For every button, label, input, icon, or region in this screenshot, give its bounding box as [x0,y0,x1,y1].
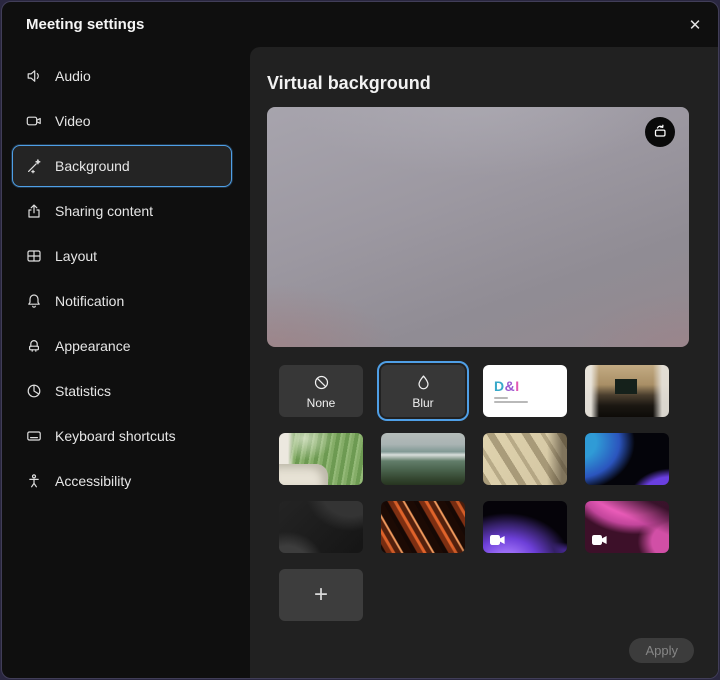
page-title: Virtual background [267,73,431,94]
sidebar-item-keyboard-shortcuts[interactable]: Keyboard shortcuts [12,415,232,457]
accessibility-icon [25,472,43,490]
sidebar-item-label: Appearance [55,338,131,354]
sidebar-item-accessibility[interactable]: Accessibility [12,460,232,502]
background-tile-lava-texture[interactable] [381,501,465,553]
sidebar-item-layout[interactable]: Layout [12,235,232,277]
plus-icon: + [314,583,328,607]
sidebar-item-appearance[interactable]: Appearance [12,325,232,367]
tile-label: None [307,396,336,410]
pie-chart-icon [25,382,43,400]
blur-droplet-icon [414,373,433,395]
background-tile-none[interactable]: None [279,365,363,417]
sidebar-item-label: Sharing content [55,203,153,219]
sidebar-item-label: Keyboard shortcuts [55,428,176,444]
sidebar-item-label: Audio [55,68,91,84]
background-tile-office-interior[interactable] [585,365,669,417]
background-tile-abstract-blue-purple[interactable] [585,433,669,485]
sidebar-item-label: Layout [55,248,97,264]
logo-tagline-line [494,401,528,403]
close-button[interactable]: ✕ [682,13,708,39]
bell-icon [25,292,43,310]
flip-camera-button[interactable] [645,117,675,147]
background-tile-window-light[interactable] [483,433,567,485]
layout-grid-icon [25,247,43,265]
sidebar-item-sharing-content[interactable]: Sharing content [12,190,232,232]
video-camera-icon [25,112,43,130]
sidebar-item-audio[interactable]: Audio [12,55,232,97]
background-tile-living-room[interactable] [279,433,363,485]
titlebar: Meeting settings ✕ [2,2,718,47]
speaker-icon [25,67,43,85]
sidebar-item-notification[interactable]: Notification [12,280,232,322]
background-thumbnail-grid: None Blur D&I [279,365,669,621]
flip-camera-icon [651,122,669,143]
paintbrush-icon [25,337,43,355]
background-tile-pink-waves-video[interactable] [585,501,669,553]
background-tile-purple-glow-video[interactable] [483,501,567,553]
apply-button[interactable]: Apply [629,638,694,663]
sidebar-item-label: Video [55,113,91,129]
sidebar-item-background[interactable]: Background [12,145,232,187]
d-and-i-logo: D&I [494,379,520,393]
keyboard-icon [25,427,43,445]
virtual-background-panel: Virtual background None Blur [250,47,718,678]
sidebar-item-label: Accessibility [55,473,131,489]
video-camera-badge-icon [490,535,505,545]
sidebar-item-label: Background [55,158,130,174]
camera-preview [267,107,689,347]
background-tile-d-and-i-logo[interactable]: D&I [483,365,567,417]
sidebar-item-video[interactable]: Video [12,100,232,142]
background-tile-dark-swirl[interactable] [279,501,363,553]
background-tile-blurred-mountains[interactable] [381,433,465,485]
settings-sidebar: Audio Video Background Sharing content L… [2,52,250,678]
sidebar-item-label: Notification [55,293,124,309]
meeting-settings-dialog: Meeting settings ✕ Audio Video Backgroun… [1,1,719,679]
logo-tagline-line [494,397,508,399]
none-icon [312,373,331,395]
tile-label: Blur [412,396,433,410]
video-camera-badge-icon [592,535,607,545]
sidebar-item-statistics[interactable]: Statistics [12,370,232,412]
close-icon: ✕ [689,17,702,34]
add-background-button[interactable]: + [279,569,363,621]
magic-wand-icon [25,157,43,175]
sidebar-item-label: Statistics [55,383,111,399]
dialog-title: Meeting settings [26,16,144,33]
background-tile-blur[interactable]: Blur [381,365,465,417]
share-icon [25,202,43,220]
